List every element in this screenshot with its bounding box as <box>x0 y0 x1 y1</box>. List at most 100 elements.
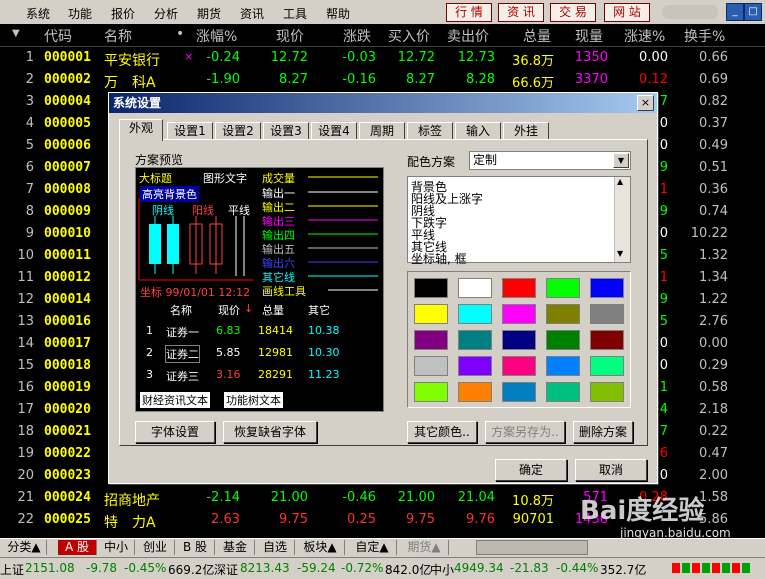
menu-quote[interactable]: 报价 <box>111 5 135 22</box>
menu-analysis[interactable]: 分析 <box>154 5 178 22</box>
color-swatch[interactable] <box>414 356 448 376</box>
menu-tools[interactable]: 工具 <box>283 5 307 22</box>
color-swatch[interactable] <box>590 304 624 324</box>
menu-info[interactable]: 资讯 <box>240 5 264 22</box>
col-chg-pct[interactable]: 涨幅% <box>196 26 237 46</box>
tab-chinext[interactable]: 创业 <box>136 540 175 555</box>
col-name[interactable]: 名称 <box>104 26 132 46</box>
col-cur-vol[interactable]: 现量 <box>575 26 603 46</box>
color-swatch[interactable] <box>502 304 536 324</box>
color-swatch[interactable] <box>590 330 624 350</box>
col-code[interactable]: 代码 <box>44 26 72 46</box>
color-swatch[interactable] <box>590 382 624 402</box>
menu-system[interactable]: 系统 <box>26 5 50 22</box>
tab-sme[interactable]: 中小 <box>98 540 135 555</box>
color-swatch[interactable] <box>458 330 492 350</box>
menu-function[interactable]: 功能 <box>68 5 92 22</box>
bid: 12.72 <box>397 50 435 65</box>
sort-down-icon[interactable]: ▼ <box>12 28 20 39</box>
color-swatch[interactable] <box>458 382 492 402</box>
list-scrollbar[interactable]: ▲ ▼ <box>614 177 630 262</box>
tab-input[interactable]: 输入 <box>455 122 501 140</box>
website-tab-button[interactable]: 网 站 <box>604 3 650 22</box>
color-swatch[interactable] <box>546 330 580 350</box>
color-swatch[interactable] <box>502 330 536 350</box>
chevron-down-icon[interactable]: ▼ <box>613 153 629 168</box>
color-swatch[interactable] <box>414 382 448 402</box>
color-swatch[interactable] <box>546 278 580 298</box>
stock-name: 特 力A <box>104 515 156 531</box>
color-swatch[interactable] <box>458 304 492 324</box>
color-swatch[interactable] <box>546 356 580 376</box>
color-swatch[interactable] <box>590 356 624 376</box>
delete-scheme-button[interactable]: 删除方案 <box>573 421 633 443</box>
tab-settings3[interactable]: 设置3 <box>263 122 309 140</box>
chg: -0.03 <box>342 50 376 65</box>
list-item[interactable]: 坐标轴, 框 <box>411 250 467 267</box>
color-swatch[interactable] <box>546 304 580 324</box>
stock-name: 平安银行 <box>104 53 160 69</box>
turnover: 2.18 <box>699 402 728 417</box>
color-item-list[interactable]: 背景色 阳线及上涨字 阴线 下跌字 平线 其它线 坐标轴, 框 ▲ ▼ <box>407 176 631 266</box>
menu-help[interactable]: 帮助 <box>326 5 350 22</box>
col-ask[interactable]: 卖出价 <box>447 26 489 46</box>
tab-plugin[interactable]: 外挂 <box>503 122 549 140</box>
save-scheme-as-button[interactable]: 方案另存为.. <box>485 421 565 443</box>
maximize-icon[interactable]: □ <box>744 3 762 21</box>
font-settings-button[interactable]: 字体设置 <box>135 421 215 443</box>
tab-scrollbar[interactable] <box>476 540 588 555</box>
col-volume[interactable]: 总量 <box>523 26 551 46</box>
tab-settings2[interactable]: 设置2 <box>215 122 261 140</box>
table-row[interactable]: 1 000001 平安银行 × -0.24 12.72 -0.03 12.72 … <box>0 47 765 69</box>
scroll-up-icon[interactable]: ▲ <box>617 177 623 186</box>
col-chg[interactable]: 涨跌 <box>343 26 371 46</box>
tab-a-share[interactable]: A 股 <box>58 540 97 555</box>
tab-b-share[interactable]: B 股 <box>176 540 215 555</box>
ok-button[interactable]: 确定 <box>495 459 567 481</box>
color-swatch[interactable] <box>502 356 536 376</box>
tab-sector[interactable]: 板块▲ <box>296 540 345 555</box>
tab-settings4[interactable]: 设置4 <box>311 122 357 140</box>
table-row[interactable]: 2 000002 万 科A -1.90 8.27 -0.16 8.27 8.28… <box>0 69 765 91</box>
color-swatch[interactable] <box>414 330 448 350</box>
scheme-preview[interactable]: 大标题 图形文字 高亮背景色 阴线 阳线 平线 坐标 99/01/01 12:1… <box>135 167 384 412</box>
col-bid[interactable]: 买入价 <box>388 26 430 46</box>
menu-futures[interactable]: 期货 <box>197 5 221 22</box>
scheme-select[interactable]: 定制 ▼ <box>469 151 631 170</box>
color-swatch[interactable] <box>414 304 448 324</box>
color-swatch[interactable] <box>414 278 448 298</box>
tab-watchlist[interactable]: 自选 <box>256 540 295 555</box>
tab-futures[interactable]: 期货▲ <box>400 540 449 555</box>
info-tab-button[interactable]: 资 讯 <box>498 3 544 22</box>
col-turnover[interactable]: 换手% <box>684 26 725 46</box>
ask: 9.76 <box>466 512 495 527</box>
restore-default-font-button[interactable]: 恢复缺省字体 <box>223 421 317 443</box>
row-number: 21 <box>17 490 34 505</box>
cancel-button[interactable]: 取消 <box>575 459 647 481</box>
color-swatch[interactable] <box>458 278 492 298</box>
color-swatch[interactable] <box>502 278 536 298</box>
cur-vol: 1350 <box>574 50 608 65</box>
color-swatch[interactable] <box>546 382 580 402</box>
tab-period[interactable]: 周期 <box>359 122 405 140</box>
color-swatch[interactable] <box>590 278 624 298</box>
close-icon[interactable]: × <box>637 95 654 111</box>
preview-row-index: 1 <box>146 324 153 337</box>
minimize-icon[interactable]: _ <box>726 3 744 21</box>
tab-labels[interactable]: 标签 <box>407 122 453 140</box>
trade-tab-button[interactable]: 交 易 <box>550 3 596 22</box>
color-swatch[interactable] <box>458 356 492 376</box>
tab-settings1[interactable]: 设置1 <box>167 122 213 140</box>
preview-draw-tool: 画线工具 <box>262 285 306 298</box>
dialog-title[interactable]: 系统设置 <box>109 93 657 113</box>
color-swatch[interactable] <box>502 382 536 402</box>
quote-tab-button[interactable]: 行 情 <box>446 3 492 22</box>
col-price[interactable]: 现价 <box>276 26 304 46</box>
tab-category[interactable]: 分类▲ <box>2 540 47 555</box>
col-speed[interactable]: 涨速% <box>624 26 665 46</box>
tab-appearance[interactable]: 外观 <box>119 119 163 141</box>
scroll-down-icon[interactable]: ▼ <box>617 249 623 258</box>
tab-fund[interactable]: 基金 <box>216 540 255 555</box>
other-color-button[interactable]: 其它颜色.. <box>407 421 477 443</box>
tab-custom[interactable]: 自定▲ <box>348 540 397 555</box>
